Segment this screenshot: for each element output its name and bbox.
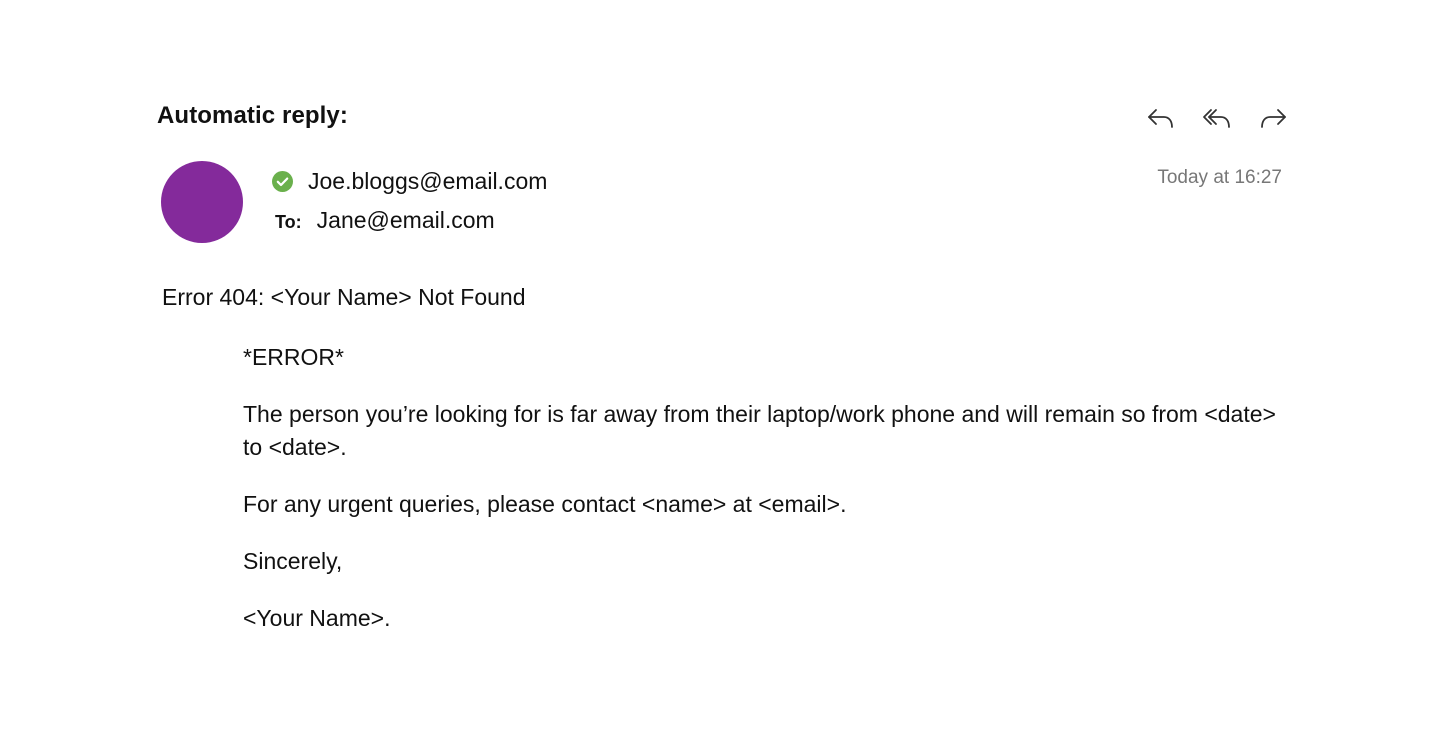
- forward-icon: [1261, 109, 1286, 128]
- reply-button[interactable]: [1140, 98, 1182, 138]
- to-row: To: Jane@email.com: [275, 207, 495, 234]
- from-row: Joe.bloggs@email.com: [272, 168, 547, 195]
- reply-all-button[interactable]: [1196, 98, 1238, 138]
- body-paragraph: For any urgent queries, please contact <…: [243, 491, 847, 517]
- body-paragraph: <Your Name>.: [243, 605, 391, 631]
- sender-address[interactable]: Joe.bloggs@email.com: [308, 168, 547, 195]
- email-subject: Automatic reply:: [157, 102, 348, 129]
- message-timestamp: Today at 16:27: [1157, 167, 1282, 188]
- message-actions: [1140, 98, 1294, 138]
- reply-icon: [1148, 109, 1173, 128]
- sender-avatar[interactable]: [161, 161, 243, 243]
- forward-button[interactable]: [1252, 98, 1294, 138]
- recipient-address[interactable]: Jane@email.com: [317, 207, 495, 234]
- body-paragraph: Sincerely,: [243, 548, 343, 574]
- message-body: *ERROR* The person you’re looking for is…: [243, 341, 1283, 659]
- body-paragraph: The person you’re looking for is far awa…: [243, 401, 1276, 460]
- check-circle-icon: [272, 171, 293, 192]
- reply-all-icon: [1203, 109, 1230, 128]
- body-paragraph: *ERROR*: [243, 344, 344, 370]
- to-label: To:: [275, 212, 302, 232]
- message-heading: Error 404: <Your Name> Not Found: [162, 284, 526, 310]
